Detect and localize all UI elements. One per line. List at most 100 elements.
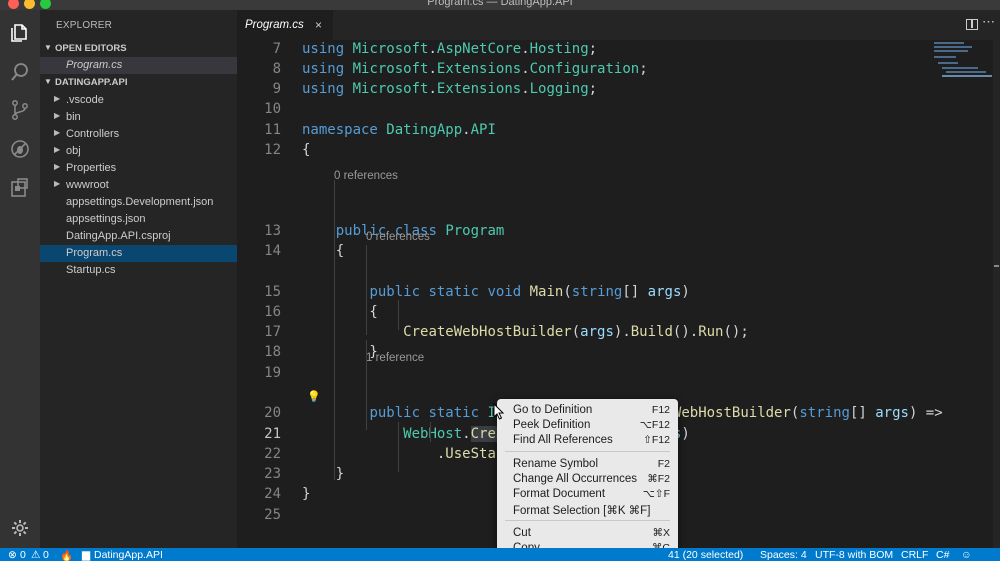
menu-separator bbox=[505, 520, 670, 521]
warning-count[interactable]: 0 bbox=[43, 549, 49, 561]
menu-item-label: Change All Occurrences bbox=[513, 473, 638, 485]
menu-item-rename-symbol[interactable]: Rename Symbol F2 bbox=[497, 457, 678, 472]
menu-item-go-to-definition[interactable]: Go to Definition F12 bbox=[497, 403, 678, 418]
tree-item-wwwroot[interactable]: ▶ wwwroot bbox=[40, 177, 237, 194]
menu-item-cut[interactable]: Cut ⌘X bbox=[497, 526, 678, 541]
project-header[interactable]: ▼ DATINGAPP.API bbox=[40, 74, 237, 91]
code-line[interactable]: 11 namespace DatingApp.API bbox=[237, 121, 937, 141]
chevron-right-icon: ▶ bbox=[54, 128, 61, 137]
chevron-right-icon: ▶ bbox=[54, 94, 61, 103]
codelens-references[interactable]: 1 reference bbox=[366, 352, 424, 368]
close-icon[interactable]: × bbox=[315, 18, 322, 32]
line-number: 11 bbox=[264, 122, 281, 138]
status-bar: ⊗ 0 ⚠ 0 🔥 ▆ DatingApp.API 41 (20 selecte… bbox=[0, 548, 1000, 561]
code-text[interactable]: using Microsoft.AspNetCore.Hosting; bbox=[302, 41, 597, 57]
tree-item-datingapp-api-csproj[interactable]: DatingApp.API.csproj bbox=[40, 228, 237, 245]
more-actions-icon[interactable]: ⋯ bbox=[982, 14, 995, 30]
code-text[interactable]: .UseStar bbox=[302, 446, 504, 462]
indentation[interactable]: Spaces: 4 bbox=[760, 549, 807, 561]
line-number: 13 bbox=[264, 223, 281, 239]
code-text[interactable]: using Microsoft.Extensions.Configuration… bbox=[302, 61, 648, 77]
tree-item-program-cs[interactable]: Program.cs bbox=[40, 245, 237, 262]
chevron-right-icon: ▶ bbox=[54, 162, 61, 171]
code-line[interactable]: 19 bbox=[237, 364, 937, 384]
line-number: 19 bbox=[264, 365, 281, 381]
menu-item-shortcut: ⌥F12 bbox=[639, 419, 670, 431]
code-line[interactable]: 9 using Microsoft.Extensions.Logging; bbox=[237, 80, 937, 100]
codelens-references[interactable]: 0 references bbox=[334, 170, 398, 186]
tree-item-startup-cs[interactable]: Startup.cs bbox=[40, 262, 237, 279]
line-number: 7 bbox=[272, 41, 281, 57]
tree-item-appsettings-json[interactable]: appsettings.json bbox=[40, 211, 237, 228]
project-folder[interactable]: DatingApp.API bbox=[94, 549, 163, 561]
explorer-sidebar: EXPLORER ▼ OPEN EDITORS Program.cs ▼ DAT… bbox=[40, 10, 237, 548]
feedback-smiley-icon[interactable]: ☺ bbox=[961, 549, 972, 561]
error-icon[interactable]: ⊗ bbox=[8, 549, 17, 561]
tab-program-cs[interactable]: Program.cs × bbox=[237, 10, 333, 40]
source-control-icon[interactable] bbox=[9, 99, 31, 121]
cursor-position[interactable]: 41 (20 selected) bbox=[668, 549, 743, 561]
menu-separator bbox=[505, 451, 670, 452]
code-line[interactable]: 10 bbox=[237, 100, 937, 120]
code-line[interactable]: 18 } bbox=[237, 343, 937, 363]
debug-icon[interactable] bbox=[9, 138, 31, 160]
code-line[interactable]: 15 public static void Main(string[] args… bbox=[237, 283, 937, 303]
tree-item-appsettings-development-json[interactable]: appsettings.Development.json bbox=[40, 194, 237, 211]
code-line[interactable]: 16 { bbox=[237, 303, 937, 323]
code-text[interactable]: { bbox=[302, 142, 310, 158]
menu-item-format-document[interactable]: Format Document ⌥⇧F bbox=[497, 487, 678, 502]
tree-item-vscode[interactable]: ▶ .vscode bbox=[40, 92, 237, 109]
code-text[interactable]: namespace DatingApp.API bbox=[302, 122, 496, 138]
line-number: 18 bbox=[264, 344, 281, 360]
line-endings[interactable]: CRLF bbox=[901, 549, 928, 561]
tree-item-obj[interactable]: ▶ obj bbox=[40, 143, 237, 160]
code-text[interactable]: } bbox=[302, 486, 310, 502]
tree-item-label: .vscode bbox=[66, 94, 104, 106]
window-title: Program.cs — DatingApp.API bbox=[427, 0, 573, 8]
code-text[interactable]: public static void Main(string[] args) bbox=[302, 284, 689, 300]
omnisharp-flame-icon[interactable]: 🔥 bbox=[60, 549, 73, 561]
files-icon[interactable] bbox=[9, 22, 31, 44]
indent-guide bbox=[398, 422, 399, 472]
indent-guide bbox=[366, 340, 367, 430]
menu-item-format-selection-k-f[interactable]: Format Selection [⌘K ⌘F] bbox=[497, 502, 678, 517]
code-line[interactable]: 13 public class Program bbox=[237, 222, 937, 242]
code-text[interactable]: using Microsoft.Extensions.Logging; bbox=[302, 81, 597, 97]
search-icon[interactable] bbox=[9, 61, 31, 83]
line-number: 15 bbox=[264, 284, 281, 300]
tree-item-properties[interactable]: ▶ Properties bbox=[40, 160, 237, 177]
split-editor-icon[interactable] bbox=[966, 19, 978, 30]
open-editors-header[interactable]: ▼ OPEN EDITORS bbox=[40, 40, 237, 57]
tree-item-label: Controllers bbox=[66, 128, 120, 140]
line-number: 25 bbox=[264, 507, 281, 523]
code-line[interactable]: 8 using Microsoft.Extensions.Configuratio… bbox=[237, 60, 937, 80]
chevron-right-icon: ▶ bbox=[54, 179, 61, 188]
lightbulb-icon[interactable]: 💡 bbox=[307, 390, 321, 403]
menu-item-find-all-references[interactable]: Find All References ⇧F12 bbox=[497, 433, 678, 448]
warning-icon[interactable]: ⚠ bbox=[31, 549, 40, 561]
tree-item-controllers[interactable]: ▶ Controllers bbox=[40, 126, 237, 143]
gear-icon[interactable] bbox=[11, 519, 29, 537]
tree-item-bin[interactable]: ▶ bin bbox=[40, 109, 237, 126]
extensions-icon[interactable] bbox=[9, 177, 31, 199]
code-line[interactable]: 7 using Microsoft.AspNetCore.Hosting; bbox=[237, 40, 937, 60]
menu-item-label: Find All References bbox=[513, 434, 613, 446]
code-line[interactable]: 17 CreateWebHostBuilder(args).Build().Ru… bbox=[237, 323, 937, 343]
open-editor-item[interactable]: Program.cs bbox=[40, 57, 237, 74]
code-text[interactable]: CreateWebHostBuilder(args).Build().Run()… bbox=[302, 324, 749, 340]
code-text[interactable]: } bbox=[302, 466, 344, 482]
menu-item-shortcut: F12 bbox=[651, 404, 670, 416]
language-mode[interactable]: C# bbox=[936, 549, 949, 561]
editor-scrollbar[interactable] bbox=[993, 40, 1000, 548]
code-text[interactable]: { bbox=[302, 243, 344, 259]
minimap[interactable] bbox=[934, 40, 992, 80]
code-line[interactable]: 14 { bbox=[237, 242, 937, 262]
error-count[interactable]: 0 bbox=[20, 549, 26, 561]
tab-bar: Program.cs × ⋯ bbox=[237, 10, 1000, 40]
code-line[interactable]: 12 { bbox=[237, 141, 937, 161]
activity-bar bbox=[0, 10, 40, 548]
menu-item-peek-definition[interactable]: Peek Definition ⌥F12 bbox=[497, 418, 678, 433]
menu-item-change-all-occurrences[interactable]: Change All Occurrences ⌘F2 bbox=[497, 472, 678, 487]
file-encoding[interactable]: UTF-8 with BOM bbox=[815, 549, 893, 561]
codelens-references[interactable]: 0 references bbox=[366, 231, 430, 247]
